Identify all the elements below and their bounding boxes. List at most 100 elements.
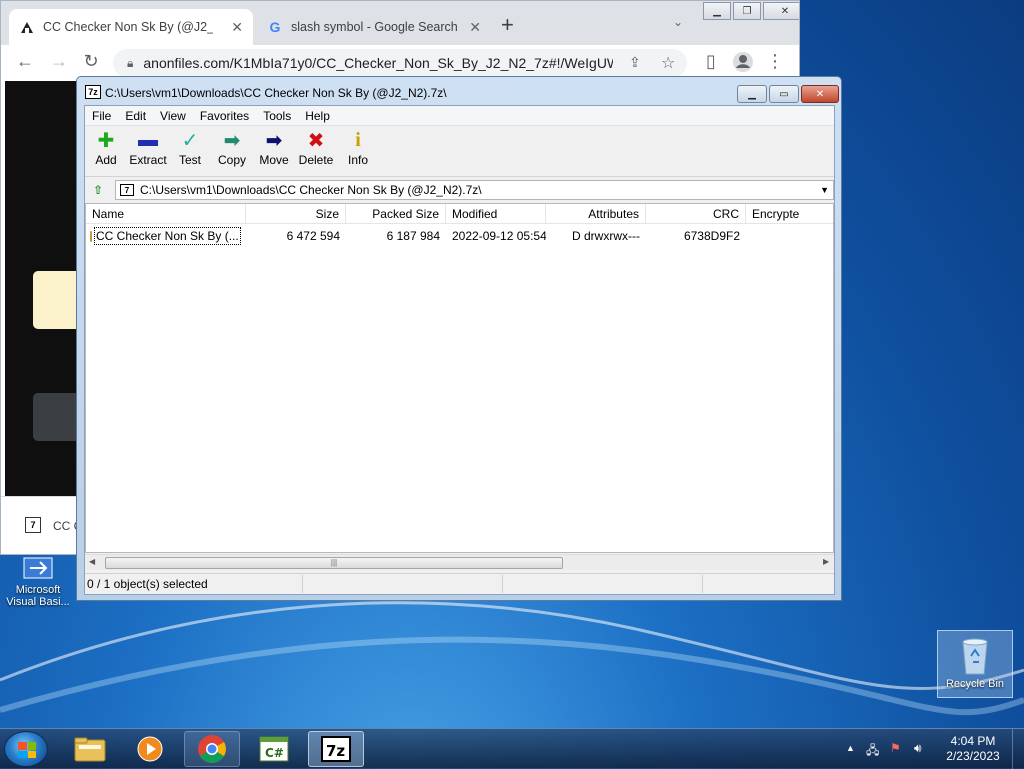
desktop-icon-visual-basic[interactable]: Microsoft Visual Basi... [4, 556, 72, 608]
column-modified[interactable]: Modified [446, 204, 546, 224]
taskbar-chrome[interactable] [184, 731, 240, 767]
desktop-icon-recycle-bin[interactable]: Recycle Bin [937, 630, 1013, 698]
menu-edit[interactable]: Edit [118, 109, 153, 123]
cell-encrypted [746, 226, 833, 246]
7zip-titlebar[interactable]: 7z C:\Users\vm1\Downloads\CC Checker Non… [77, 77, 841, 105]
plus-icon: ✚ [97, 129, 115, 152]
file-list: Name Size Packed Size Modified Attribute… [85, 203, 834, 553]
column-crc[interactable]: CRC [646, 204, 746, 224]
up-folder-icon[interactable]: ⇧ [87, 180, 109, 200]
menu-view[interactable]: View [153, 109, 193, 123]
7zip-file-icon[interactable]: 7 [25, 517, 41, 533]
column-packed-size[interactable]: Packed Size [346, 204, 446, 224]
list-header: Name Size Packed Size Modified Attribute… [86, 204, 833, 224]
tab-cc-checker[interactable]: CC Checker Non Sk By (@J2_N2) ✕ [9, 9, 253, 45]
desktop-icon-label: Microsoft Visual Basi... [6, 584, 70, 608]
status-panel [303, 574, 503, 593]
media-player-icon [137, 736, 163, 762]
taskbar-7zip[interactable]: 7z [308, 731, 364, 767]
kebab-menu-icon[interactable]: ⋮ [763, 51, 787, 72]
network-icon[interactable]: 🖧︎ [866, 741, 879, 762]
taskbar-media-player[interactable] [122, 731, 178, 767]
test-button[interactable]: ✓ Test [169, 127, 211, 176]
scrollbar-thumb[interactable]: ||| [105, 557, 563, 569]
new-tab-button[interactable]: + [501, 13, 514, 37]
column-size[interactable]: Size [246, 204, 346, 224]
show-hidden-icons-icon[interactable]: ▲ [846, 743, 855, 753]
cell-size: 6 472 594 [286, 229, 340, 243]
column-encrypted[interactable]: Encrypte [746, 204, 833, 224]
menu-favorites[interactable]: Favorites [193, 109, 256, 123]
tool-label: Extract [129, 153, 167, 167]
anonfiles-icon [19, 19, 35, 35]
window-title: C:\Users\vm1\Downloads\CC Checker Non Sk… [105, 86, 447, 100]
minimize-button[interactable]: ▁ [737, 85, 767, 103]
tool-label: Add [95, 153, 117, 167]
delete-button[interactable]: ✖ Delete [295, 127, 337, 176]
extract-button[interactable]: ▬ Extract [127, 127, 169, 176]
action-center-flag-icon[interactable]: ⚑ [890, 741, 901, 755]
7zip-client-area: File Edit View Favorites Tools Help ✚ Ad… [84, 105, 835, 595]
status-selection: 0 / 1 object(s) selected [85, 574, 303, 593]
taskbar: C# 7z ▲ 🖧︎ ⚑ 🔊︎ 4:04 PM 2/23/2023 [0, 728, 1024, 769]
close-button[interactable]: ✕ [801, 85, 839, 103]
maximize-button[interactable]: ❐ [733, 2, 761, 20]
row-name-text[interactable]: CC Checker Non Sk By (... [94, 227, 241, 245]
copy-arrow-icon: ➡ [223, 129, 241, 152]
back-arrow-icon[interactable]: ← [13, 51, 37, 72]
add-button[interactable]: ✚ Add [85, 127, 127, 176]
status-bar: 0 / 1 object(s) selected [85, 573, 834, 593]
info-icon: i [355, 128, 361, 151]
7zip-window-controls: ▁ ▭ ✕ [737, 85, 841, 103]
scroll-right-icon[interactable]: ▶ [823, 557, 829, 566]
dropdown-arrow-icon[interactable]: ▼ [820, 185, 829, 195]
copy-button[interactable]: ➡ Copy [211, 127, 253, 176]
7zip-app-icon: 7z [85, 85, 101, 99]
horizontal-scrollbar[interactable]: ◀ ||| ▶ [85, 554, 834, 570]
cell-name[interactable]: CC Checker Non Sk By (... [86, 226, 246, 246]
tool-label: Info [347, 153, 368, 167]
minus-icon: ▬ [138, 128, 158, 151]
maximize-button[interactable]: ▭ [769, 85, 799, 103]
column-attributes[interactable]: Attributes [546, 204, 646, 224]
7zip-icon: 7z [321, 736, 351, 762]
tab-close-icon[interactable]: ✕ [231, 19, 243, 36]
taskbar-csharp[interactable]: C# [246, 731, 302, 767]
address-bar: ⇧ 7 C:\Users\vm1\Downloads\CC Checker No… [85, 179, 834, 201]
move-button[interactable]: ➡ Move [253, 127, 295, 176]
scroll-left-icon[interactable]: ◀ [89, 557, 95, 566]
taskbar-explorer[interactable] [62, 731, 118, 767]
bookmark-star-icon[interactable]: ☆ [661, 53, 675, 73]
status-panel [503, 574, 703, 593]
visual-basic-shortcut-icon [18, 556, 58, 582]
info-button[interactable]: i Info [337, 127, 379, 176]
omnibox-url[interactable]: anonfiles.com/K1MbIa71y0/CC_Checker_Non_… [143, 55, 613, 71]
side-panel-icon[interactable]: ▯ [699, 51, 723, 72]
table-row[interactable]: CC Checker Non Sk By (... 6 472 594 6 18… [86, 226, 833, 246]
tab-close-icon[interactable]: ✕ [469, 19, 481, 36]
reload-icon[interactable]: ↻ [79, 51, 103, 72]
show-desktop-button[interactable] [1012, 729, 1024, 769]
close-button[interactable]: ✕ [763, 2, 799, 20]
path-combobox[interactable]: 7 C:\Users\vm1\Downloads\CC Checker Non … [115, 180, 834, 200]
menu-file[interactable]: File [85, 109, 118, 123]
minimize-button[interactable]: ▁ [703, 2, 731, 20]
tool-label: Test [178, 153, 201, 167]
cell-crc: 6738D9F2 [683, 229, 740, 243]
tab-google-search[interactable]: G slash symbol - Google Search ✕ [257, 9, 491, 45]
7zip-window: 7z C:\Users\vm1\Downloads\CC Checker Non… [76, 76, 842, 601]
path-text[interactable]: C:\Users\vm1\Downloads\CC Checker Non Sk… [140, 183, 482, 197]
lock-icon: 🔒︎ [127, 55, 134, 70]
column-name[interactable]: Name [86, 204, 246, 224]
taskbar-clock[interactable]: 4:04 PM 2/23/2023 [940, 734, 1006, 764]
menu-tools[interactable]: Tools [256, 109, 298, 123]
omnibox[interactable]: 🔒︎ anonfiles.com/K1MbIa71y0/CC_Checker_N… [113, 49, 687, 77]
forward-arrow-icon[interactable]: → [47, 51, 71, 72]
share-icon[interactable]: ⇪ [629, 54, 641, 71]
profile-avatar-icon[interactable] [731, 51, 755, 78]
start-button[interactable] [4, 731, 48, 767]
tab-search-chevron-icon[interactable]: ⌄ [673, 15, 683, 29]
recycle-bin-icon [958, 636, 992, 676]
volume-icon[interactable]: 🔊︎ [914, 741, 922, 756]
menu-help[interactable]: Help [298, 109, 337, 123]
